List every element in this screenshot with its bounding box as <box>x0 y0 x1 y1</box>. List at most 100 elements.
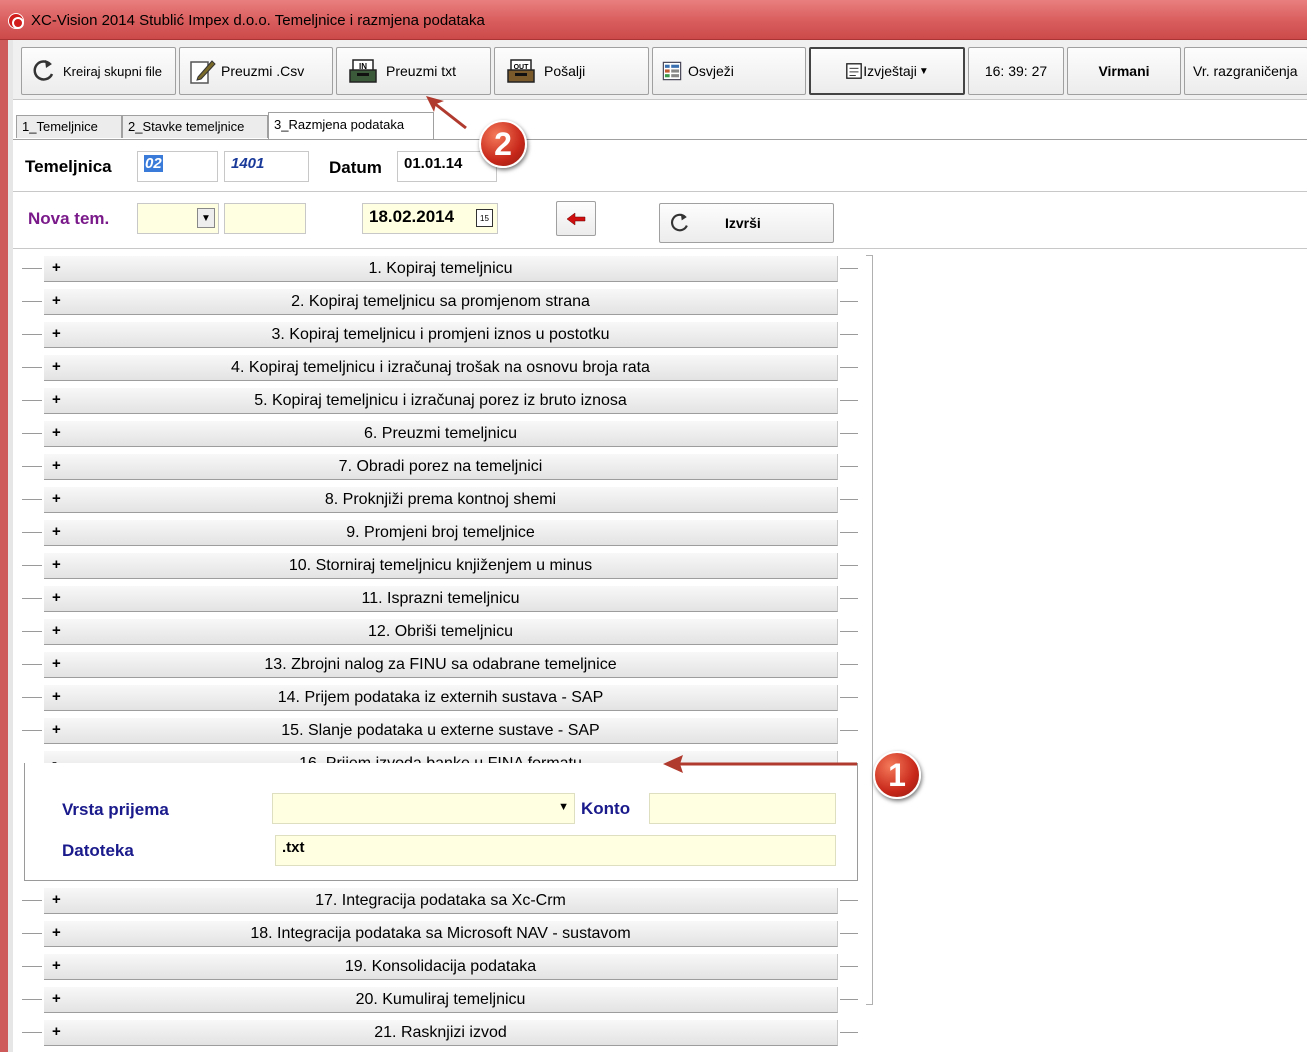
action-item[interactable]: +9. Promjeni broj temeljnice <box>44 520 838 546</box>
action-item[interactable]: +1. Kopiraj temeljnicu <box>44 256 838 282</box>
kreiraj-skupni-file-button[interactable]: Kreiraj skupni file <box>21 47 176 95</box>
row-connector <box>22 999 42 1000</box>
action-item[interactable]: +10. Storniraj temeljnicu knjiženjem u m… <box>44 553 838 579</box>
vr-razgranicenja-button[interactable]: Vr. razgraničenja <box>1184 47 1307 95</box>
chevron-down-icon[interactable]: ▼ <box>558 801 569 813</box>
razgranicenja-label: Vr. razgraničenja <box>1193 63 1298 79</box>
action-item[interactable]: +17. Integracija podataka sa Xc-Crm <box>44 888 838 914</box>
nova-tem-broj-input[interactable] <box>224 203 306 234</box>
tab-razmjena-podataka[interactable]: 3_Razmjena podataka <box>268 112 434 139</box>
expand-icon[interactable]: + <box>52 292 61 309</box>
expand-icon[interactable]: + <box>52 490 61 507</box>
preuzmi-txt-button[interactable]: IN Preuzmi txt <box>336 47 491 95</box>
action-row: +9. Promjeni broj temeljnice <box>22 519 864 546</box>
preuzmi-csv-button[interactable]: Preuzmi .Csv <box>179 47 333 95</box>
action-item[interactable]: +19. Konsolidacija podataka <box>44 954 838 980</box>
date-input[interactable]: 18.02.2014 15 <box>362 203 498 234</box>
action-item[interactable]: +15. Slanje podataka u externe sustave -… <box>44 718 838 744</box>
row-connector <box>22 966 42 967</box>
expand-icon[interactable]: + <box>52 721 61 738</box>
action-label: 14. Prijem podataka iz externih sustava … <box>277 689 604 706</box>
expand-icon[interactable]: + <box>52 457 61 474</box>
expand-icon[interactable]: + <box>52 589 61 606</box>
action-item[interactable]: +11. Isprazni temeljnicu <box>44 586 838 612</box>
in-tray-icon: IN <box>349 59 377 83</box>
action-label: 1. Kopiraj temeljnicu <box>368 260 513 277</box>
action-row: +19. Konsolidacija podataka <box>22 953 864 980</box>
calendar-icon[interactable]: 15 <box>476 209 493 227</box>
row-connector <box>840 268 858 269</box>
action-row: +20. Kumuliraj temeljnicu <box>22 986 864 1013</box>
expand-icon[interactable]: + <box>52 957 61 974</box>
window-title: XC-Vision 2014 Stublić Impex d.o.o. Teme… <box>31 12 485 29</box>
action-item[interactable]: +14. Prijem podataka iz externih sustava… <box>44 685 838 711</box>
row-connector <box>840 334 858 335</box>
action-item[interactable]: +2. Kopiraj temeljnicu sa promjenom stra… <box>44 289 838 315</box>
expand-icon[interactable]: + <box>52 358 61 375</box>
tab-temeljnice[interactable]: 1_Temeljnice <box>16 115 122 138</box>
row-connector <box>840 697 858 698</box>
row-connector <box>840 400 858 401</box>
action-item[interactable]: +8. Proknjiži prema kontnoj shemi <box>44 487 838 513</box>
izvjestaji-dropdown-button[interactable]: Izvještaji ▼ <box>809 47 965 95</box>
expand-icon[interactable]: + <box>52 325 61 342</box>
expand-icon[interactable]: + <box>52 990 61 1007</box>
expand-icon[interactable]: + <box>52 259 61 276</box>
vrsta-prijema-select[interactable]: ▼ <box>272 793 575 824</box>
izvjestaji-label: Izvještaji <box>863 63 917 79</box>
row-connector <box>840 499 858 500</box>
osvjezi-label: Osvježi <box>688 63 734 79</box>
action-row: +5. Kopiraj temeljnicu i izračunaj porez… <box>22 387 864 414</box>
datoteka-input[interactable]: .txt <box>275 835 836 866</box>
datum-label: Datum <box>329 158 382 177</box>
action-item[interactable]: +18. Integracija podataka sa Microsoft N… <box>44 921 838 947</box>
expand-icon[interactable]: + <box>52 391 61 408</box>
posalji-button[interactable]: OUT Pošalji <box>494 47 649 95</box>
action-row: +3. Kopiraj temeljnicu i promjeni iznos … <box>22 321 864 348</box>
row-connector <box>22 697 42 698</box>
action-item[interactable]: +4. Kopiraj temeljnicu i izračunaj troša… <box>44 355 838 381</box>
virmani-button[interactable]: Virmani <box>1067 47 1181 95</box>
expand-icon[interactable]: + <box>52 688 61 705</box>
konto-input[interactable] <box>649 793 836 824</box>
tab-stavke-temeljnice[interactable]: 2_Stavke temeljnice <box>122 115 268 138</box>
expand-icon[interactable]: + <box>52 556 61 573</box>
action-row: +1. Kopiraj temeljnicu <box>22 255 864 282</box>
action-item[interactable]: +12. Obriši temeljnicu <box>44 619 838 645</box>
action-item[interactable]: +20. Kumuliraj temeljnicu <box>44 987 838 1013</box>
row-connector <box>840 730 858 731</box>
action-label: 5. Kopiraj temeljnicu i izračunaj porez … <box>254 392 627 409</box>
temeljnica-vrsta-input[interactable]: 02 <box>137 151 218 182</box>
chevron-down-icon[interactable]: ▼ <box>197 208 215 228</box>
expand-icon[interactable]: + <box>52 523 61 540</box>
action-item[interactable]: +6. Preuzmi temeljnicu <box>44 421 838 447</box>
expand-icon[interactable]: + <box>52 924 61 941</box>
expand-icon[interactable]: + <box>52 424 61 441</box>
expand-icon[interactable]: + <box>52 655 61 672</box>
action-row: +2. Kopiraj temeljnicu sa promjenom stra… <box>22 288 864 315</box>
back-button[interactable] <box>556 201 596 236</box>
action-item[interactable]: +5. Kopiraj temeljnicu i izračunaj porez… <box>44 388 838 414</box>
action-item[interactable]: +3. Kopiraj temeljnicu i promjeni iznos … <box>44 322 838 348</box>
row-connector <box>840 1032 858 1033</box>
expand-icon[interactable]: + <box>52 622 61 639</box>
action-item[interactable]: +7. Obradi porez na temeljnici <box>44 454 838 480</box>
action-label: 6. Preuzmi temeljnicu <box>364 425 517 442</box>
refresh-icon <box>33 60 54 81</box>
temeljnica-broj-input[interactable]: 1401 <box>224 151 309 182</box>
tab-label: 1_Temeljnice <box>22 119 98 134</box>
izvrsi-button[interactable]: Izvrši <box>659 203 834 243</box>
action-item[interactable]: +13. Zbrojni nalog za FINU sa odabrane t… <box>44 652 838 678</box>
posalji-label: Pošalji <box>544 63 586 79</box>
row-connector <box>22 598 42 599</box>
toolbar: Kreiraj skupni file Preuzmi .Csv IN Preu… <box>13 40 1307 100</box>
row-connector <box>22 334 42 335</box>
expand-icon[interactable]: + <box>52 891 61 908</box>
action-item[interactable]: +21. Rasknjizi izvod <box>44 1020 838 1046</box>
osvjezi-button[interactable]: Osvježi <box>652 47 806 95</box>
expand-icon[interactable]: + <box>52 1023 61 1040</box>
nova-tem-select[interactable]: ▼ <box>137 203 219 234</box>
report-grid-icon <box>662 61 682 81</box>
row-connector <box>22 900 42 901</box>
report-icon <box>846 63 863 79</box>
